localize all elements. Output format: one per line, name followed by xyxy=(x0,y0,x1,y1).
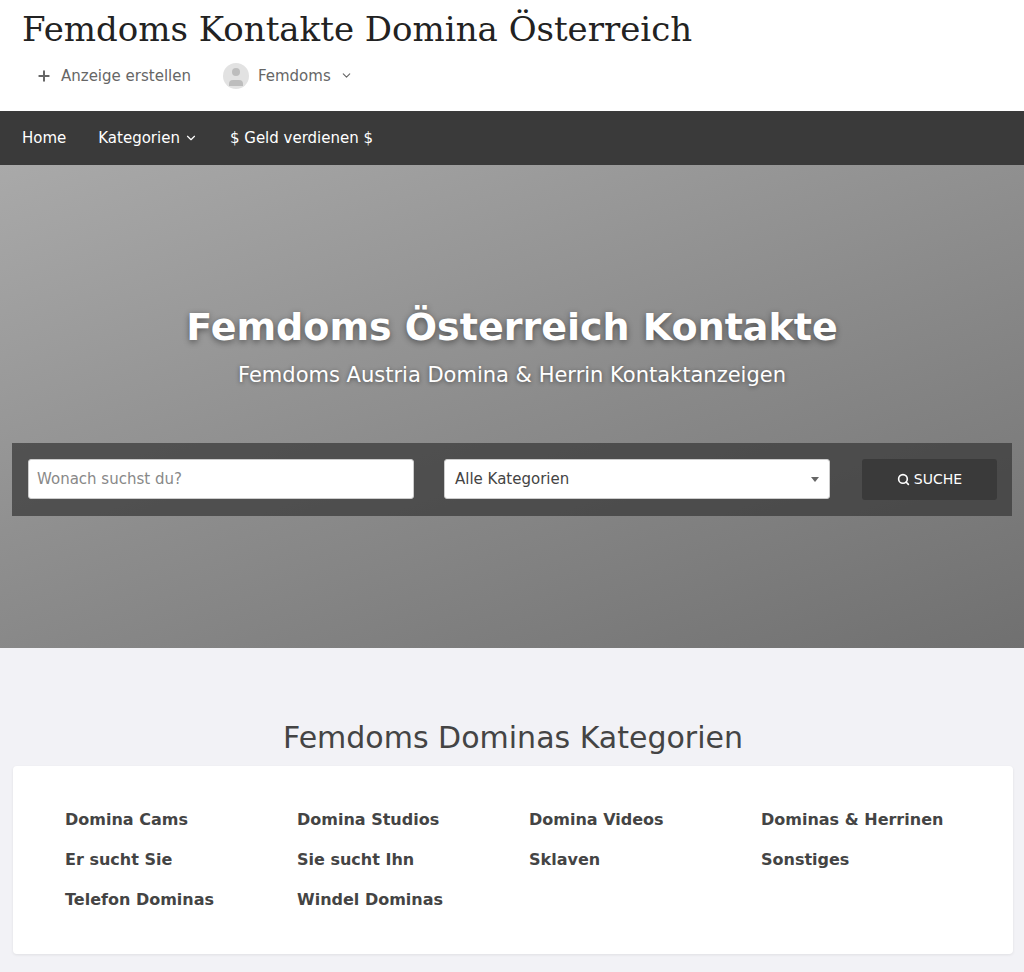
search-bar: Alle Kategorien SUCHE xyxy=(12,443,1012,516)
nav-item[interactable]: Home xyxy=(22,129,66,147)
search-icon xyxy=(897,473,910,486)
account-menu[interactable]: Femdoms xyxy=(223,63,353,89)
category-link[interactable]: Telefon Dominas xyxy=(65,890,287,911)
category-link[interactable]: Domina Cams xyxy=(65,810,287,831)
category-select[interactable]: Alle Kategorien xyxy=(444,459,830,499)
category-link[interactable]: Dominas & Herrinen xyxy=(761,810,983,831)
nav-item[interactable]: Kategorien xyxy=(98,129,198,147)
select-value: Alle Kategorien xyxy=(455,470,569,488)
plus-icon xyxy=(36,68,52,84)
create-ad-link[interactable]: Anzeige erstellen xyxy=(36,67,191,85)
header-actions: Anzeige erstellen Femdoms xyxy=(22,63,1002,89)
categories-section: Femdoms Dominas KategorienDomina CamsDom… xyxy=(0,648,1024,966)
avatar-icon xyxy=(223,63,249,89)
hero-subtitle: Femdoms Austria Domina & Herrin Kontakta… xyxy=(238,363,786,387)
caret-icon xyxy=(811,477,819,482)
page: Femdoms Kontakte Domina Österreich Anzeig… xyxy=(0,0,1024,972)
hero-title: Femdoms Österreich Kontakte xyxy=(186,305,837,351)
categories-heading: Femdoms Dominas Kategorien xyxy=(283,720,743,756)
nav-item[interactable]: $ Geld verdienen $ xyxy=(230,129,373,147)
main-nav: Home Kategorien $ Geld verdienen $ xyxy=(0,111,1024,165)
categories-card: Domina Cams Domina Studios Domina Videos Do… xyxy=(13,766,1013,954)
search-button[interactable]: SUCHE xyxy=(862,459,997,500)
site-header: Femdoms Kontakte Domina Österreich Anzeig… xyxy=(0,0,1024,111)
category-link[interactable]: Sie sucht Ihn xyxy=(297,850,519,871)
category-link[interactable]: Er sucht Sie xyxy=(65,850,287,871)
category-link[interactable]: Domina Videos xyxy=(529,810,751,831)
site-title[interactable]: Femdoms Kontakte Domina Österreich xyxy=(22,8,1002,51)
category-link[interactable]: Sklaven xyxy=(529,850,751,871)
action-label: Femdoms xyxy=(258,67,331,85)
search-input[interactable] xyxy=(28,459,414,499)
action-label: Anzeige erstellen xyxy=(61,67,191,85)
chevron-down-icon xyxy=(340,69,353,82)
hero: Femdoms Österreich Kontakte Femdoms Austr… xyxy=(0,165,1024,648)
category-link[interactable]: Sonstiges xyxy=(761,850,983,871)
category-link[interactable]: Windel Dominas xyxy=(297,890,519,911)
category-link[interactable]: Domina Studios xyxy=(297,810,519,831)
chevron-down-icon xyxy=(184,131,198,145)
